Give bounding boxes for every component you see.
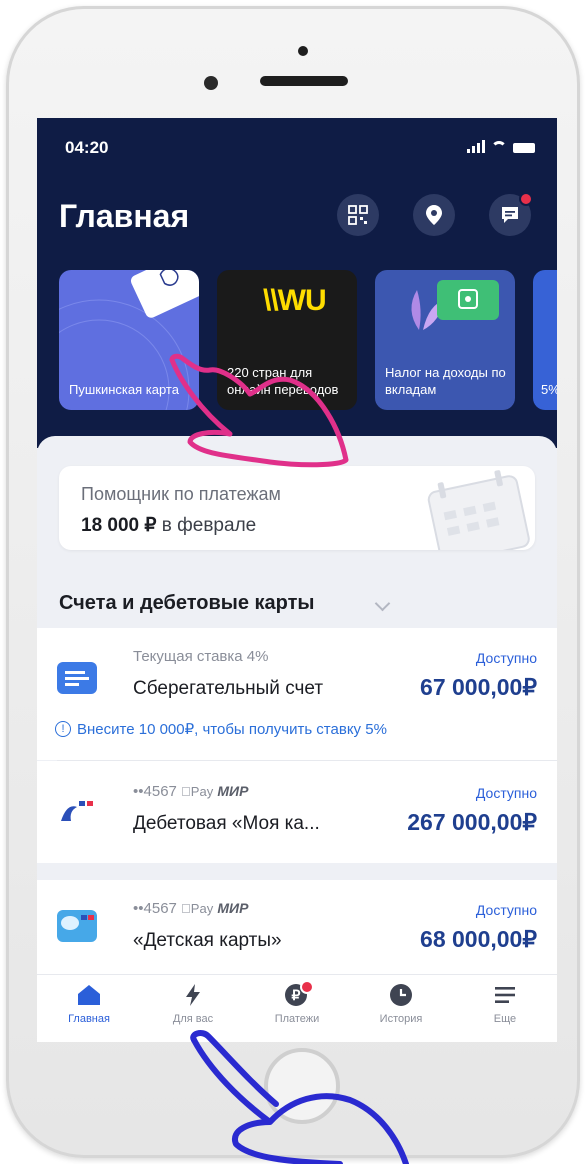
story-label: Налог на доходы по вкладам bbox=[385, 365, 506, 397]
notification-badge bbox=[519, 192, 533, 206]
nav-payments[interactable]: ₽ Платежи bbox=[245, 980, 349, 1025]
savings-account-icon bbox=[57, 662, 97, 694]
card-subtitle: ••4567 Pay МИР bbox=[133, 783, 248, 800]
clock-icon bbox=[390, 984, 412, 1006]
kids-card-icon bbox=[57, 910, 97, 942]
apple-pay-label: Pay bbox=[181, 784, 213, 799]
story-label: 5% в bbox=[541, 382, 557, 397]
location-pin-icon bbox=[426, 205, 442, 225]
nav-home[interactable]: Главная bbox=[37, 983, 141, 1025]
debit-card-icon bbox=[57, 793, 97, 825]
apple-pay-label: Pay bbox=[181, 901, 213, 916]
nav-for-you[interactable]: Для вас bbox=[141, 983, 245, 1025]
status-time: 04:20 bbox=[65, 138, 109, 157]
qr-code-icon bbox=[348, 205, 368, 225]
assistant-period: в феврале bbox=[156, 515, 257, 536]
card-balance: 68 000,00₽ bbox=[420, 926, 537, 952]
payments-badge bbox=[300, 980, 314, 994]
chat-button[interactable] bbox=[489, 192, 533, 236]
story-partial[interactable]: 5% в bbox=[533, 270, 557, 410]
rate-hint-link[interactable]: ! Внесите 10 000₽, чтобы получить ставку… bbox=[55, 720, 387, 738]
available-label: Доступно bbox=[475, 650, 537, 666]
page-title: Главная bbox=[59, 198, 190, 234]
location-button[interactable] bbox=[413, 194, 455, 236]
nav-more[interactable]: Еще bbox=[453, 983, 557, 1025]
info-icon: ! bbox=[55, 721, 71, 737]
lightning-icon bbox=[186, 984, 200, 1006]
assistant-title: Помощник по платежам bbox=[81, 484, 281, 504]
apple-pay-icon: Pay bbox=[181, 784, 213, 799]
chat-icon bbox=[502, 207, 518, 223]
nav-label: Главная bbox=[68, 1013, 110, 1025]
payment-assistant-card[interactable]: Помощник по платежам 18 000 ₽ в феврале bbox=[59, 466, 535, 550]
card-bird-icon bbox=[61, 801, 93, 821]
front-camera bbox=[204, 76, 218, 90]
mir-logo: МИР bbox=[207, 783, 248, 799]
rate-hint-text: Внесите 10 000₽, чтобы получить ставку 5… bbox=[77, 721, 387, 738]
tap-hand-icon bbox=[169, 353, 349, 468]
nav-label: Для вас bbox=[172, 1013, 214, 1025]
available-label: Доступно bbox=[475, 785, 537, 801]
account-savings[interactable]: Текущая ставка 4% Сберегательный счет До… bbox=[37, 628, 557, 760]
app-screen: 04:20 Главная Пушкинская карта \\WU 220 … bbox=[37, 118, 557, 1042]
card-number: ••4567 bbox=[133, 783, 177, 800]
ruble-coin-icon: ₽ bbox=[284, 980, 314, 1007]
nav-label: История bbox=[379, 1013, 423, 1025]
account-subtitle: Текущая ставка 4% bbox=[133, 648, 269, 665]
wu-logo: \\WU bbox=[263, 284, 327, 317]
earpiece-speaker bbox=[260, 76, 348, 86]
calendar-icon bbox=[427, 470, 530, 550]
account-balance: 67 000,00₽ bbox=[420, 674, 537, 700]
safe-plant-image bbox=[411, 280, 499, 330]
status-icons bbox=[467, 140, 535, 153]
card-number: ••4567 bbox=[133, 900, 177, 917]
account-kids-card[interactable]: ••4567 Pay МИР «Детская карты» Доступно… bbox=[37, 880, 557, 980]
section-title[interactable]: Счета и дебетовые карты bbox=[59, 592, 315, 615]
card-subtitle: ••4567 Pay МИР bbox=[133, 900, 248, 917]
account-debit-card[interactable]: ••4567 Pay МИР Дебетовая «Моя ка... Дос… bbox=[37, 761, 557, 863]
available-label: Доступно bbox=[475, 902, 537, 918]
qr-button[interactable] bbox=[337, 194, 379, 236]
card-balance: 267 000,00₽ bbox=[407, 809, 537, 835]
nav-label: Платежи bbox=[274, 1013, 320, 1025]
nav-history[interactable]: История bbox=[349, 983, 453, 1025]
nav-label: Еще bbox=[493, 1013, 517, 1025]
story-tax-deposits[interactable]: Налог на доходы по вкладам bbox=[375, 270, 515, 410]
card-name: «Детская карты» bbox=[133, 930, 282, 951]
wifi-icon bbox=[491, 141, 507, 153]
sensor-dot bbox=[298, 46, 308, 56]
battery-icon bbox=[513, 143, 535, 153]
tap-hand-icon bbox=[190, 1030, 409, 1164]
mir-logo: МИР bbox=[207, 900, 248, 916]
signal-icon bbox=[467, 140, 485, 153]
content-sheet: Помощник по платежам 18 000 ₽ в феврале … bbox=[37, 436, 557, 1042]
chevron-down-icon[interactable] bbox=[374, 595, 391, 612]
account-name: Сберегательный счет bbox=[133, 678, 324, 699]
home-icon bbox=[78, 985, 100, 1005]
menu-icon bbox=[495, 987, 515, 1003]
assistant-amount: 18 000 ₽ bbox=[81, 515, 157, 536]
apple-pay-icon: Pay bbox=[181, 901, 213, 916]
card-name: Дебетовая «Моя ка... bbox=[133, 813, 320, 834]
assistant-summary: 18 000 ₽ в феврале bbox=[81, 514, 256, 537]
